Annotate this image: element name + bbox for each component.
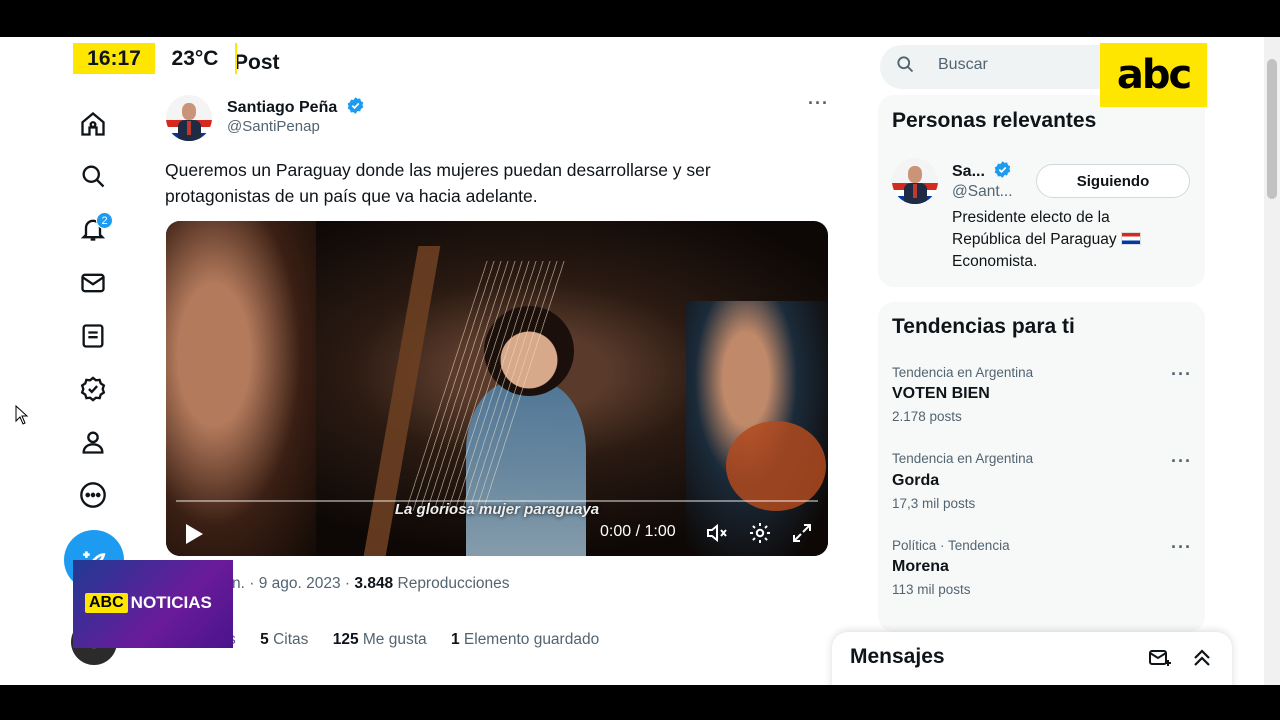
search-icon[interactable] xyxy=(76,159,110,193)
post-date[interactable]: · 9 ago. 2023 · xyxy=(249,575,350,592)
post-text: Queremos un Paraguay donde las mujeres p… xyxy=(165,160,711,206)
trend-count: 17,3 mil posts xyxy=(892,496,976,511)
views-label: Reproducciones xyxy=(397,575,510,592)
trend-context: Tendencia en Argentina xyxy=(892,451,1034,466)
collapse-chevrons-icon[interactable] xyxy=(1190,646,1214,675)
trend-more-icon[interactable]: ··· xyxy=(1171,537,1192,558)
relevant-handle[interactable]: @Sant... xyxy=(952,183,1013,201)
settings-gear-icon[interactable] xyxy=(748,521,772,550)
fullscreen-icon[interactable] xyxy=(790,521,814,550)
paraguay-flag-icon xyxy=(1120,232,1141,245)
scrollbar-thumb[interactable] xyxy=(1267,59,1277,199)
trends-title: Tendencias para ti xyxy=(892,315,1075,338)
new-message-icon[interactable] xyxy=(1148,646,1172,675)
profile-icon[interactable] xyxy=(76,425,110,459)
author-avatar[interactable] xyxy=(166,95,212,141)
messages-title[interactable]: Mensajes xyxy=(850,645,945,669)
verified-badge-icon xyxy=(995,161,1011,178)
relevant-name[interactable]: Sa... xyxy=(952,160,1012,181)
volume-muted-icon[interactable] xyxy=(704,521,730,550)
video-frame-guitar xyxy=(726,421,826,511)
trend-name[interactable]: Morena xyxy=(892,558,949,576)
trend-more-icon[interactable]: ··· xyxy=(1171,451,1192,472)
relevant-people-title: Personas relevantes xyxy=(892,109,1097,132)
mouse-cursor-icon xyxy=(15,404,29,430)
following-button[interactable]: Siguiendo xyxy=(1036,164,1190,198)
clock-overlay: 16:17 xyxy=(73,43,155,74)
video-letterbox-bottom xyxy=(0,685,1280,720)
mail-icon[interactable] xyxy=(76,266,110,300)
quotes-stat[interactable]: 5 Citas xyxy=(260,631,308,648)
post-meta: n. · 9 ago. 2023 · 3.848 Reproducciones xyxy=(232,575,510,593)
notification-badge: 2 xyxy=(96,212,113,229)
author-handle[interactable]: @SantiPenap xyxy=(227,118,320,135)
relevant-bio: Presidente electo de la República del Pa… xyxy=(952,207,1192,273)
scrollbar[interactable] xyxy=(1264,37,1280,685)
more-icon[interactable] xyxy=(76,478,110,512)
trend-count: 2.178 posts xyxy=(892,409,962,424)
trend-name[interactable]: VOTEN BIEN xyxy=(892,385,990,403)
trend-context: Tendencia en Argentina xyxy=(892,365,1034,380)
post-stats: sts 5 Citas 125 Me gusta 1 Elemento guar… xyxy=(216,631,619,649)
likes-stat[interactable]: 125 Me gusta xyxy=(333,631,427,648)
search-placeholder[interactable]: Buscar xyxy=(938,56,988,74)
search-box-icon xyxy=(895,54,915,79)
abc-mini-logo: ABC xyxy=(85,593,128,613)
verified-icon[interactable] xyxy=(76,372,110,406)
relevant-avatar[interactable] xyxy=(892,158,938,204)
trend-more-icon[interactable]: ··· xyxy=(1171,364,1192,385)
play-icon[interactable] xyxy=(184,523,204,550)
verified-badge-icon xyxy=(347,97,363,114)
author-name[interactable]: Santiago Peña xyxy=(227,96,365,117)
post-more-icon[interactable]: ··· xyxy=(808,93,829,114)
author-name-text[interactable]: Santiago Peña xyxy=(227,99,337,116)
trend-count: 113 mil posts xyxy=(892,582,971,597)
views-count: 3.848 xyxy=(354,575,394,592)
video-time: 0:00 / 1:00 xyxy=(600,523,676,540)
abc-logo: abc xyxy=(1100,43,1207,107)
abc-noticias-badge: ABC NOTICIAS xyxy=(73,560,233,648)
lists-icon[interactable] xyxy=(76,319,110,353)
video-player[interactable]: La gloriosa mujer paraguaya 0:00 / 1:00 xyxy=(166,221,828,556)
trend-name[interactable]: Gorda xyxy=(892,472,939,490)
saves-stat[interactable]: 1 Elemento guardado xyxy=(451,631,599,648)
post-time-fragment[interactable]: n. xyxy=(232,575,245,592)
video-subtitle: La gloriosa mujer paraguaya xyxy=(394,501,600,518)
temperature-overlay: 23°C xyxy=(155,43,237,74)
trend-context: Política · Tendencia xyxy=(892,538,1010,553)
noticias-label: NOTICIAS xyxy=(130,593,212,612)
page-title: Post xyxy=(234,51,280,74)
home-icon[interactable] xyxy=(76,107,110,141)
